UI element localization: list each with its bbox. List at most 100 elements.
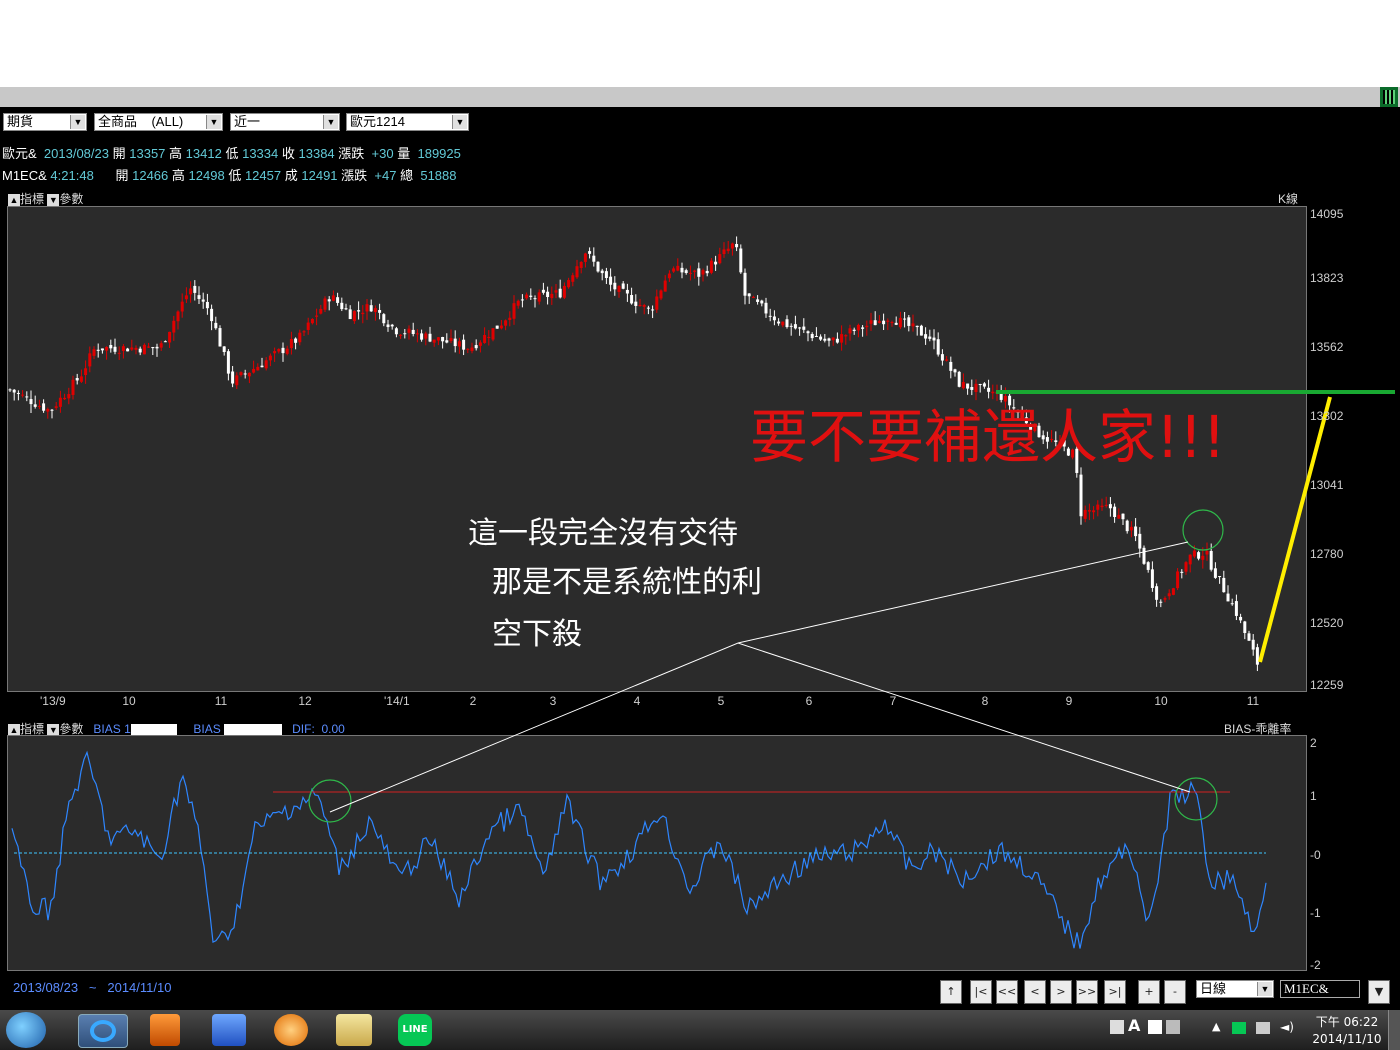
candle-body <box>210 308 214 322</box>
candle-body <box>701 270 705 275</box>
candle-body <box>877 321 881 323</box>
candle-body <box>457 341 461 347</box>
ime-mode-icon[interactable]: A <box>1128 1016 1140 1035</box>
candle-body <box>642 305 646 307</box>
candle-body <box>743 272 747 296</box>
candle-body <box>697 268 701 277</box>
candle-body <box>693 270 697 272</box>
nav-button[interactable]: - <box>1164 980 1186 1004</box>
volume-icon[interactable]: ◄) <box>1280 1020 1294 1034</box>
price-tick-label: 14095 <box>1310 207 1344 221</box>
candle-body <box>676 265 680 271</box>
media-player-icon[interactable] <box>150 1014 180 1046</box>
candle-body <box>138 348 142 353</box>
candle-body <box>1125 520 1129 532</box>
candle-body <box>310 318 314 324</box>
bias-line <box>11 750 1267 949</box>
candle-body <box>1079 474 1083 517</box>
candle-body <box>369 305 373 312</box>
candle-body <box>869 320 873 324</box>
nav-button[interactable]: ↑ <box>940 980 962 1004</box>
candle-body <box>58 397 62 407</box>
candle-body <box>940 354 944 361</box>
time-tick-label: 10 <box>122 694 136 708</box>
candle-body <box>8 389 12 391</box>
start-button-icon[interactable] <box>6 1012 46 1048</box>
candle-body <box>714 261 718 265</box>
candle-body <box>819 336 823 340</box>
candle-body <box>25 396 29 398</box>
clock[interactable]: 下午 06:22 2014/11/10 <box>1312 1014 1382 1048</box>
candle-body <box>571 275 575 282</box>
candle-body <box>1087 510 1091 512</box>
annotation-note-2: 那是不是系統性的利 <box>492 565 762 600</box>
candle-body <box>1138 533 1142 549</box>
candle-body <box>365 304 369 312</box>
candle-body <box>1159 601 1163 603</box>
candle-body <box>957 371 961 387</box>
keyboard-icon[interactable] <box>1166 1020 1180 1034</box>
bias-tick-label: 1 <box>1310 789 1317 803</box>
candle-body <box>33 404 37 407</box>
candle-body <box>46 408 50 412</box>
network-icon[interactable] <box>1256 1022 1270 1034</box>
candle-body <box>222 346 226 353</box>
nav-button[interactable]: < <box>1024 980 1046 1004</box>
nav-button[interactable]: + <box>1138 980 1160 1004</box>
candle-body <box>789 325 793 327</box>
bias-tick-label: -0 <box>1310 848 1321 862</box>
candle-body <box>441 336 445 342</box>
candle-body <box>1113 506 1117 517</box>
candle-body <box>621 283 625 289</box>
internet-explorer-icon[interactable] <box>78 1014 128 1048</box>
candle-body <box>504 320 508 326</box>
time-tick-label: '14/1 <box>384 694 410 708</box>
nav-button[interactable]: >> <box>1076 980 1098 1004</box>
candle-body <box>1163 598 1167 600</box>
candle-body <box>121 346 125 351</box>
candle-body <box>407 328 411 333</box>
time-tick-label: 7 <box>889 694 897 708</box>
candle-body <box>865 325 869 328</box>
candle-body <box>243 373 247 375</box>
candle-body <box>67 394 71 399</box>
candle-body <box>50 409 54 411</box>
candle-body <box>554 290 558 293</box>
half-width-icon[interactable] <box>1148 1020 1162 1034</box>
nav-button[interactable]: >| <box>1104 980 1126 1004</box>
candle-body <box>327 299 331 302</box>
candle-body <box>600 270 604 274</box>
nav-button[interactable]: << <box>996 980 1018 1004</box>
candle-body <box>1188 554 1192 565</box>
price-tick-label: 12259 <box>1310 678 1344 692</box>
candle-body <box>898 317 902 328</box>
app-icon[interactable] <box>212 1014 246 1046</box>
candle-body <box>306 322 310 330</box>
price-tick-label: 12520 <box>1310 616 1344 630</box>
candle-body <box>709 260 713 273</box>
candle-body <box>953 369 957 373</box>
candle-body <box>688 272 692 274</box>
line-app-icon[interactable]: LINE <box>398 1014 432 1046</box>
candle-body <box>646 307 650 309</box>
candle-body <box>936 339 940 355</box>
time-tick-label: 2 <box>469 694 477 708</box>
nav-button[interactable]: |< <box>970 980 992 1004</box>
tray-line-icon[interactable] <box>1232 1022 1246 1034</box>
ime-icon[interactable] <box>1110 1020 1124 1034</box>
candle-body <box>1104 504 1108 506</box>
candle-body <box>512 303 516 319</box>
candle-body <box>886 320 890 322</box>
nav-button[interactable]: > <box>1050 980 1072 1004</box>
candle-body <box>130 347 134 350</box>
browser-icon[interactable] <box>274 1014 308 1046</box>
candle-body <box>29 399 33 405</box>
folder-icon[interactable] <box>336 1014 372 1046</box>
windows-taskbar: LINE A ▲ ◄) 下午 06:22 2014/11/10 <box>0 1010 1400 1050</box>
candle-body <box>151 347 155 349</box>
candle-body <box>1209 550 1213 570</box>
show-hidden-icon[interactable]: ▲ <box>1212 1020 1220 1033</box>
candle-body <box>449 338 453 341</box>
show-desktop-button[interactable] <box>1388 1010 1400 1050</box>
candle-body <box>470 347 474 352</box>
